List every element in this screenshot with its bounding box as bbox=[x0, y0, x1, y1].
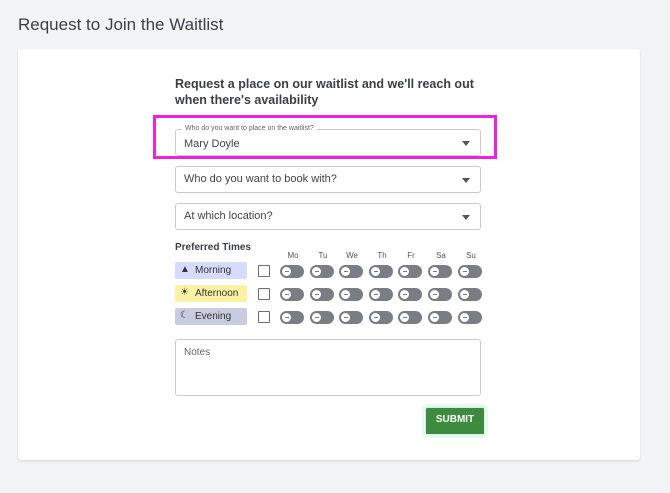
day-header: Th bbox=[377, 251, 387, 260]
who-book-select[interactable]: Who do you want to book with? bbox=[175, 166, 481, 193]
notes-placeholder: Notes bbox=[184, 347, 211, 358]
day-header: Tu bbox=[318, 251, 328, 260]
who-place-label: Who do you want to place on the waitlist… bbox=[182, 125, 317, 132]
location-select[interactable]: At which location? bbox=[175, 203, 481, 230]
evening-su-toggle[interactable] bbox=[458, 311, 482, 324]
afternoon-th-toggle[interactable] bbox=[369, 288, 393, 301]
afternoon-fr-toggle[interactable] bbox=[398, 288, 422, 301]
toggle-knob bbox=[399, 289, 410, 300]
morning-th-toggle[interactable] bbox=[369, 265, 393, 278]
morning-fr-toggle[interactable] bbox=[398, 265, 422, 278]
who-place-select[interactable]: Who do you want to place on the waitlist… bbox=[175, 125, 481, 156]
preferred-times-label: Preferred Times bbox=[175, 242, 251, 253]
toggle-knob bbox=[340, 289, 351, 300]
toggle-knob bbox=[311, 312, 322, 323]
toggle-knob bbox=[311, 266, 322, 277]
who-book-placeholder: Who do you want to book with? bbox=[184, 173, 337, 185]
moon-icon: ☾ bbox=[180, 310, 189, 321]
afternoon-we-toggle[interactable] bbox=[339, 288, 363, 301]
evening-we-toggle[interactable] bbox=[339, 311, 363, 324]
afternoon-su-toggle[interactable] bbox=[458, 288, 482, 301]
toggle-knob bbox=[340, 312, 351, 323]
morning-we-toggle[interactable] bbox=[339, 265, 363, 278]
toggle-knob bbox=[429, 266, 440, 277]
toggle-knob bbox=[399, 312, 410, 323]
afternoon-badge: ☀ Afternoon bbox=[175, 285, 247, 302]
toggle-knob bbox=[281, 289, 292, 300]
toggle-knob bbox=[340, 266, 351, 277]
toggle-knob bbox=[459, 289, 470, 300]
toggle-knob bbox=[281, 312, 292, 323]
chevron-down-icon bbox=[462, 178, 470, 183]
who-place-value: Mary Doyle bbox=[184, 138, 240, 150]
morning-sa-toggle[interactable] bbox=[428, 265, 452, 278]
day-header: Mo bbox=[287, 251, 299, 260]
toggle-knob bbox=[311, 289, 322, 300]
toggle-knob bbox=[370, 289, 381, 300]
evening-all-checkbox[interactable] bbox=[258, 311, 270, 323]
day-header: Fr bbox=[407, 251, 415, 260]
day-header: Su bbox=[466, 251, 476, 260]
evening-tu-toggle[interactable] bbox=[310, 311, 334, 324]
toggle-knob bbox=[459, 266, 470, 277]
evening-sa-toggle[interactable] bbox=[428, 311, 452, 324]
afternoon-mo-toggle[interactable] bbox=[280, 288, 304, 301]
afternoon-label: Afternoon bbox=[195, 288, 239, 299]
evening-label: Evening bbox=[195, 311, 232, 322]
form-intro-text: Request a place on our waitlist and we'l… bbox=[175, 77, 474, 107]
day-header: Sa bbox=[436, 251, 446, 260]
page-title: Request to Join the Waitlist bbox=[18, 15, 224, 34]
waitlist-form-card: Request a place on our waitlist and we'l… bbox=[18, 49, 640, 460]
toggle-knob bbox=[429, 312, 440, 323]
morning-badge: ▲ Morning bbox=[175, 262, 247, 279]
sun-icon: ☀ bbox=[180, 287, 189, 298]
evening-fr-toggle[interactable] bbox=[398, 311, 422, 324]
chevron-down-icon bbox=[462, 215, 470, 220]
morning-tu-toggle[interactable] bbox=[310, 265, 334, 278]
afternoon-tu-toggle[interactable] bbox=[310, 288, 334, 301]
chevron-down-icon bbox=[462, 141, 470, 146]
toggle-knob bbox=[399, 266, 410, 277]
mountain-icon: ▲ bbox=[180, 264, 190, 275]
toggle-knob bbox=[459, 312, 470, 323]
toggle-knob bbox=[370, 312, 381, 323]
evening-th-toggle[interactable] bbox=[369, 311, 393, 324]
day-header: We bbox=[346, 251, 358, 260]
toggle-knob bbox=[281, 266, 292, 277]
toggle-knob bbox=[429, 289, 440, 300]
submit-button[interactable]: SUBMIT bbox=[425, 407, 485, 435]
notes-textarea[interactable]: Notes bbox=[175, 339, 481, 396]
morning-label: Morning bbox=[195, 265, 232, 276]
evening-mo-toggle[interactable] bbox=[280, 311, 304, 324]
afternoon-all-checkbox[interactable] bbox=[258, 288, 270, 300]
location-placeholder: At which location? bbox=[184, 210, 273, 222]
morning-mo-toggle[interactable] bbox=[280, 265, 304, 278]
evening-badge: ☾ Evening bbox=[175, 308, 247, 325]
morning-all-checkbox[interactable] bbox=[258, 265, 270, 277]
toggle-knob bbox=[370, 266, 381, 277]
afternoon-sa-toggle[interactable] bbox=[428, 288, 452, 301]
morning-su-toggle[interactable] bbox=[458, 265, 482, 278]
